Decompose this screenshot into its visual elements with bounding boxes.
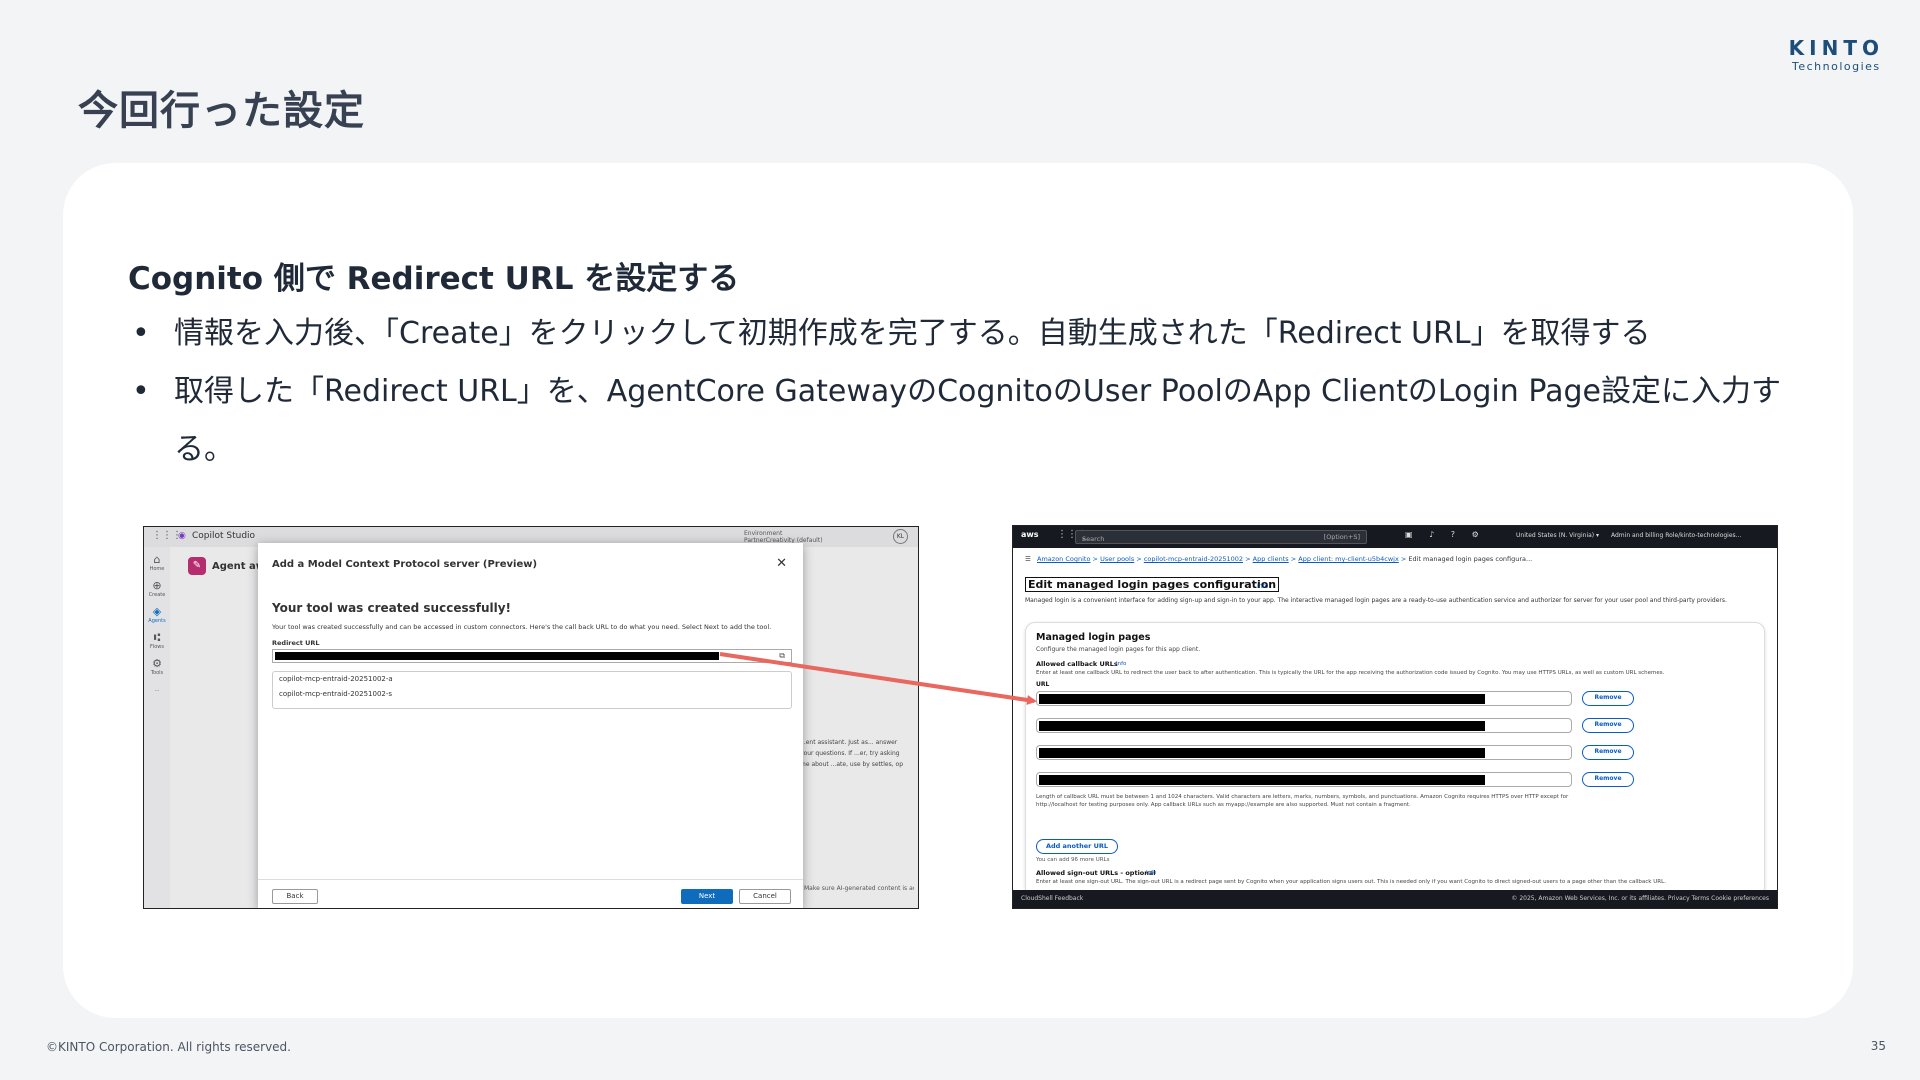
aws-logo[interactable]: aws	[1021, 530, 1039, 539]
callback-url-input[interactable]	[1036, 691, 1572, 706]
back-button[interactable]: Back	[272, 889, 318, 904]
redacted-url	[1039, 748, 1485, 758]
bullet-item: 取得した「Redirect URL」を、AgentCore GatewayのCo…	[128, 363, 1818, 479]
tools-icon: ⚙	[152, 657, 162, 670]
copilot-studio-screenshot: ⋮⋮⋮ ◉ Copilot Studio Environment Partner…	[143, 526, 919, 909]
callback-url-input[interactable]	[1036, 718, 1572, 733]
bullet-item: 情報を入力後、「Create」をクリックして初期作成を完了する。自動生成された「…	[128, 305, 1818, 363]
cloudshell-icon[interactable]: ▣	[1405, 530, 1413, 539]
page-intro: Managed login is a convenient interface …	[1025, 597, 1727, 604]
menu-icon[interactable]: ☰	[1025, 555, 1031, 563]
info-link[interactable]: Info	[1257, 583, 1268, 590]
cancel-button[interactable]: Cancel	[739, 889, 791, 904]
next-button[interactable]: Next	[681, 889, 733, 904]
environment-label[interactable]: Environment PartnerCreativity (default)	[744, 530, 824, 544]
aws-topbar: aws ⋮⋮⋮ ⌕ Search [Option+S] ▣ ♪ ? ⚙ Unit…	[1013, 526, 1777, 548]
page-title: Edit managed login pages configuration	[1025, 577, 1280, 592]
sidebar-item-create[interactable]: ⊕ Create	[147, 579, 167, 598]
callback-url-input[interactable]	[1036, 745, 1572, 760]
sidebar-item-flows[interactable]: ⑆ Flows	[147, 631, 167, 650]
copyright: ©KINTO Corporation. All rights reserved.	[46, 1040, 291, 1054]
signout-urls-label: Allowed sign-out URLs - optional	[1036, 869, 1156, 877]
region-selector[interactable]: United States (N. Virginia) ▾	[1516, 532, 1599, 539]
remove-button[interactable]: Remove	[1582, 745, 1634, 760]
remove-button[interactable]: Remove	[1582, 772, 1634, 787]
redacted-url	[275, 652, 719, 660]
section-heading: Cognito 側で Redirect URL を設定する	[128, 261, 740, 297]
info-link[interactable]: Info	[1116, 661, 1126, 667]
callback-url-input[interactable]	[1036, 772, 1572, 787]
callback-urls-label: Allowed callback URLs	[1036, 660, 1118, 668]
tool-list: copilot-mcp-entraid-20251002-a copilot-m…	[272, 671, 792, 709]
page-number: 35	[1870, 1039, 1886, 1053]
managed-login-panel: Managed login pages Configure the manage…	[1025, 622, 1765, 897]
panel-subtitle: Configure the managed login pages for th…	[1036, 646, 1201, 653]
search-shortcut-hint: [Option+S]	[1323, 533, 1360, 541]
aws-footer: CloudShell Feedback © 2025, Amazon Web S…	[1013, 890, 1777, 908]
footer-links-left[interactable]: CloudShell Feedback	[1021, 895, 1083, 902]
slide-title: 今回行った設定	[78, 88, 365, 134]
bell-icon[interactable]: ♪	[1429, 530, 1434, 539]
breadcrumb-link[interactable]: User pools	[1100, 555, 1134, 563]
breadcrumb-link[interactable]: App client: my-client-u5b4cwjx	[1298, 555, 1399, 563]
redacted-url	[1039, 694, 1485, 704]
agent-avatar-icon: ✎	[188, 557, 206, 575]
redirect-url-label: Redirect URL	[272, 639, 320, 647]
breadcrumb-current: Edit managed login pages configura...	[1408, 555, 1533, 563]
kinto-logo: KINTO Technologies	[1789, 36, 1884, 73]
plus-icon: ⊕	[152, 579, 162, 592]
breadcrumb-link[interactable]: App clients	[1253, 555, 1289, 563]
sidebar-item-home[interactable]: ⌂ Home	[147, 553, 167, 572]
agent-icon: ◈	[152, 605, 162, 618]
footer-links-right[interactable]: © 2025, Amazon Web Services, Inc. or its…	[1511, 895, 1769, 902]
logo-word: KINTO	[1788, 36, 1884, 60]
chat-preview-text: ...ent assistant. Just as... answer your…	[800, 739, 904, 768]
flow-icon: ⑆	[153, 631, 161, 644]
sidebar-item-tools[interactable]: ⚙ Tools	[147, 657, 167, 676]
remove-button[interactable]: Remove	[1582, 718, 1634, 733]
bullet-list: 情報を入力後、「Create」をクリックして初期作成を完了する。自動生成された「…	[128, 305, 1818, 479]
breadcrumb-link[interactable]: Amazon Cognito	[1037, 555, 1090, 563]
sidebar-item-agents[interactable]: ◈ Agents	[147, 605, 167, 624]
breadcrumb: ☰ Amazon Cognito > User pools > copilot-…	[1025, 555, 1533, 563]
avatar[interactable]: KL	[893, 529, 908, 544]
mcp-modal: Add a Model Context Protocol server (Pre…	[258, 543, 803, 908]
redacted-url	[1039, 721, 1485, 731]
copilot-app-title: Copilot Studio	[192, 531, 256, 541]
signout-help: Enter at least one sign-out URL. The sig…	[1036, 879, 1666, 885]
url-constraint-text: Length of callback URL must be between 1…	[1036, 794, 1569, 808]
add-url-note: You can add 96 more URLs	[1036, 857, 1110, 863]
aws-search-input[interactable]: ⌕ Search [Option+S]	[1075, 530, 1367, 544]
info-link[interactable]: Info	[1146, 870, 1156, 876]
copilot-sidebar: ⌂ Home ⊕ Create ◈ Agents ⑆ Flows ⚙ Tools ...	[144, 547, 170, 908]
copilot-logo-icon: ◉	[178, 531, 186, 541]
logo-sub: Technologies	[1792, 60, 1881, 73]
success-description: Your tool was created successfully and c…	[272, 623, 772, 631]
add-url-button[interactable]: Add another URL	[1036, 839, 1118, 854]
list-item: copilot-mcp-entraid-20251002-s	[279, 690, 393, 698]
redacted-url	[1039, 775, 1485, 785]
aws-cognito-screenshot: aws ⋮⋮⋮ ⌕ Search [Option+S] ▣ ♪ ? ⚙ Unit…	[1012, 525, 1778, 909]
modal-title: Add a Model Context Protocol server (Pre…	[272, 559, 538, 570]
callback-help: Enter at least one callback URL to redir…	[1036, 670, 1665, 676]
panel-title: Managed login pages	[1036, 632, 1151, 643]
breadcrumb-link[interactable]: copilot-mcp-entraid-20251002	[1144, 555, 1243, 563]
copy-icon[interactable]: ⧉	[779, 651, 785, 661]
gear-icon[interactable]: ⚙	[1472, 530, 1479, 539]
remove-button[interactable]: Remove	[1582, 691, 1634, 706]
success-heading: Your tool was created successfully!	[272, 601, 512, 615]
account-menu[interactable]: Admin and billing Role/kinto-technologie…	[1611, 532, 1771, 539]
list-item: copilot-mcp-entraid-20251002-a	[279, 675, 393, 683]
redirect-url-field[interactable]: ⧉	[272, 649, 792, 663]
sidebar-item-more[interactable]: ...	[147, 687, 167, 693]
topbar-icons: ▣ ♪ ? ⚙	[1405, 530, 1479, 539]
home-icon: ⌂	[153, 553, 161, 566]
modal-footer: Back Next Cancel	[258, 879, 803, 908]
help-icon[interactable]: ?	[1451, 530, 1455, 539]
url-column-header: URL	[1036, 681, 1050, 688]
close-icon[interactable]: ✕	[776, 556, 787, 571]
disclaimer-note: Make sure AI-generated content is accura…	[804, 885, 914, 892]
